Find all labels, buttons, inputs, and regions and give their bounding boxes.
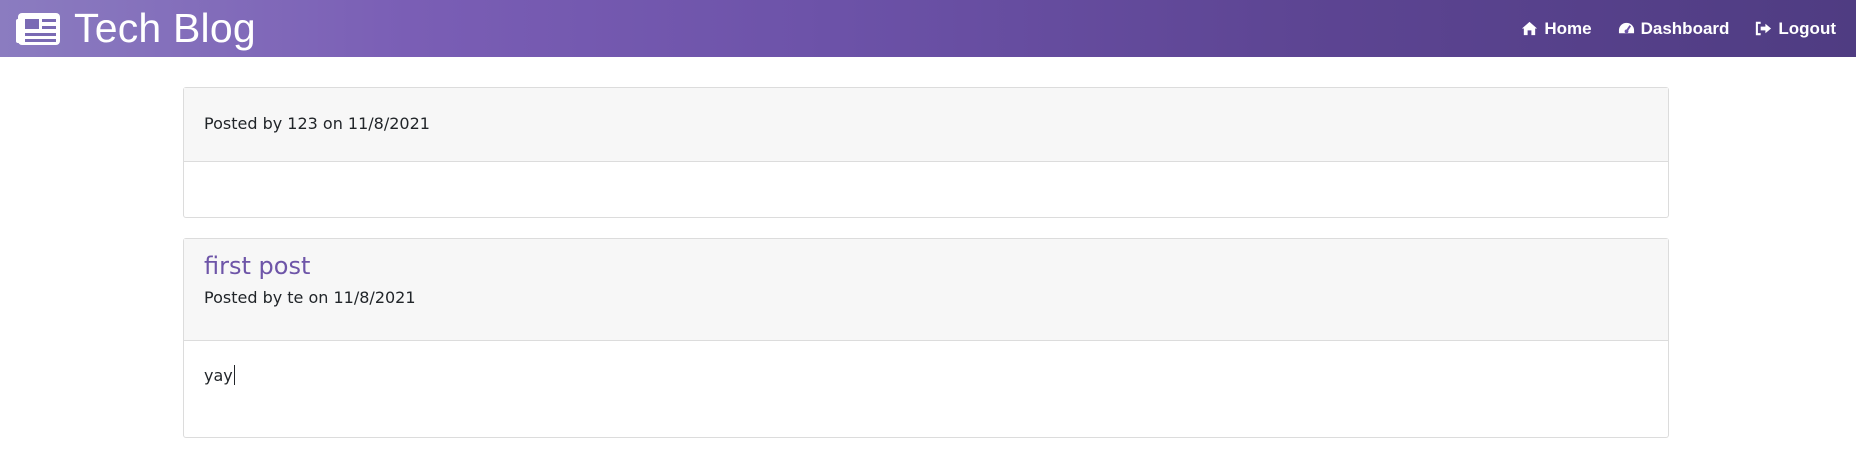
nav-logout-link[interactable]: Logout [1755, 19, 1836, 39]
dashboard-icon [1618, 22, 1634, 34]
top-navbar: Tech Blog Home Dashboard Logout [0, 0, 1856, 57]
newspaper-icon [16, 12, 60, 45]
text-caret [233, 365, 235, 385]
nav-links: Home Dashboard Logout [1521, 0, 1836, 57]
nav-home-link[interactable]: Home [1521, 18, 1592, 39]
brand-title: Tech Blog [74, 5, 256, 51]
post-body [184, 162, 1668, 217]
post-card-header: Posted by 123 on 11/8/2021 [184, 88, 1668, 162]
post-title-link[interactable]: first post [204, 252, 310, 280]
nav-dashboard-link[interactable]: Dashboard [1618, 18, 1730, 39]
nav-logout-label: Logout [1778, 18, 1836, 38]
post-body-text: yay [204, 366, 233, 385]
nav-home-label: Home [1544, 18, 1592, 38]
sign-out-icon [1756, 21, 1772, 36]
post-card: Posted by 123 on 11/8/2021 [183, 87, 1669, 218]
post-card: first post Posted by te on 11/8/2021 yay [183, 238, 1669, 438]
posts-container: Posted by 123 on 11/8/2021 first post Po… [183, 87, 1669, 458]
post-meta: Posted by 123 on 11/8/2021 [204, 114, 430, 133]
post-meta: Posted by te on 11/8/2021 [204, 288, 416, 307]
home-icon [1522, 21, 1538, 36]
post-card-header: first post Posted by te on 11/8/2021 [184, 239, 1668, 341]
brand-link[interactable]: Tech Blog [16, 0, 256, 57]
nav-dashboard-label: Dashboard [1640, 18, 1730, 38]
post-body: yay [184, 341, 1668, 385]
